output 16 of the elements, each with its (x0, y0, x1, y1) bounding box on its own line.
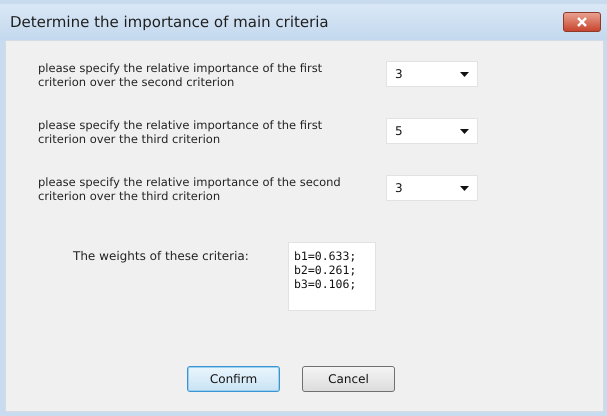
weights-label: The weights of these criteria: (73, 248, 250, 265)
question-label: please specify the relative importance of the first criterion over the second criterion (38, 61, 324, 89)
caret-icon (460, 128, 469, 134)
close-icon (576, 17, 588, 27)
cancel-button[interactable]: Cancel (302, 366, 395, 392)
value-dropdown[interactable]: 5 (386, 118, 478, 144)
question-label: please specify the relative importance of the second criterion over the third criterion (38, 175, 342, 203)
value-dropdown[interactable]: 3 (386, 61, 478, 87)
weights-text-box[interactable]: b1=0.633; b2=0.261; b3=0.106; (288, 242, 376, 311)
caret-icon (460, 72, 469, 76)
value-dropdown[interactable]: 3 (386, 175, 478, 201)
window-title: Determine the importance of main criteria (10, 13, 329, 31)
confirm-button[interactable]: Confirm (187, 366, 280, 392)
caret-icon (460, 186, 469, 190)
close-button[interactable] (563, 12, 601, 32)
question-label: please specify the relative importance of the first criterion over the third criterion (38, 118, 324, 146)
